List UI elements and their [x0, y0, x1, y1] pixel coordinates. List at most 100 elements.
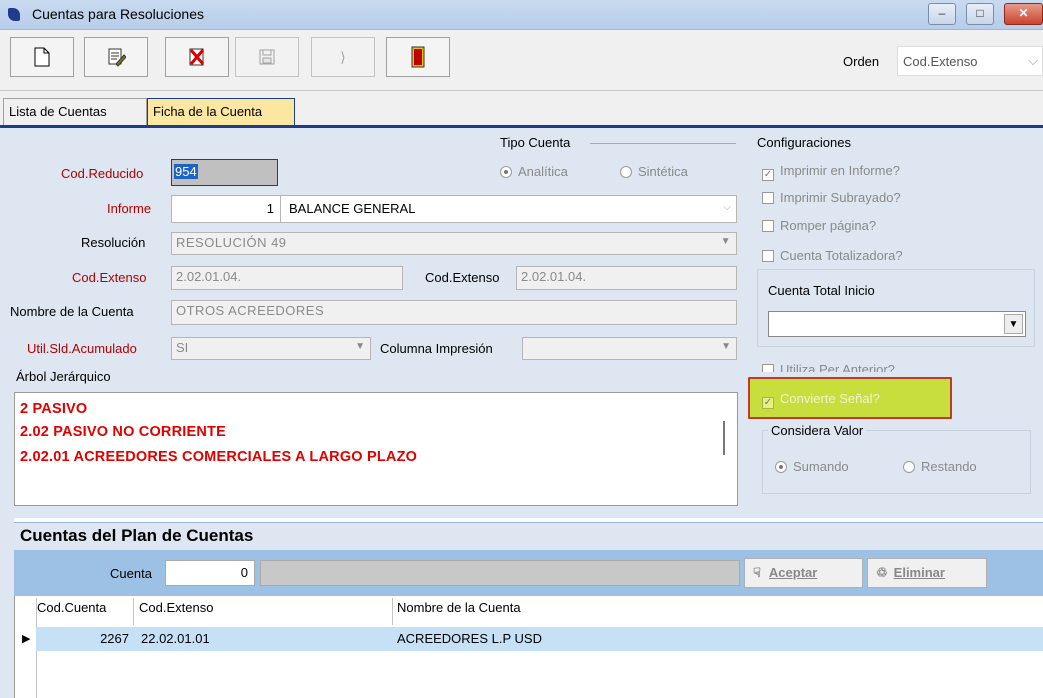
orden-label-text: Orden [843, 54, 880, 69]
tipo-cuenta-divider [590, 143, 736, 144]
nombre-cuenta-label: Nombre de la Cuenta [10, 304, 134, 319]
radio-off-icon [903, 461, 915, 473]
cod-reducido-value: 954 [174, 164, 198, 179]
col-divider [392, 598, 393, 625]
radio-restando[interactable]: Restando [903, 459, 977, 474]
arbol-jerarquico-label: Árbol Jerárquico [16, 369, 111, 384]
cod-reducido-field[interactable]: 954 [171, 159, 278, 186]
checkmark-icon: ✓ [762, 169, 774, 181]
plan-cuentas-title: Cuentas del Plan de Cuentas [14, 522, 1043, 550]
left-gutter [0, 518, 14, 698]
app-icon [8, 8, 20, 21]
nombre-cuenta-field[interactable]: OTROS ACREEDORES [171, 300, 737, 325]
save-button[interactable] [235, 37, 299, 77]
tipo-cuenta-label: Tipo Cuenta [500, 135, 571, 150]
undo-button[interactable]: ⟩ [311, 37, 375, 77]
orden-select-value: Cod.Extenso [903, 54, 978, 69]
chk-convierte-senal-label: Convierte Señal? [780, 391, 880, 406]
dropdown-arrow-icon[interactable]: ▼ [1004, 314, 1023, 334]
col-header-nombre-cuenta[interactable]: Nombre de la Cuenta [397, 600, 521, 615]
chk-imprimir-subrayado-label: Imprimir Subrayado? [780, 190, 901, 205]
radio-on-icon [500, 166, 512, 178]
informe-select-value: BALANCE GENERAL [289, 201, 416, 216]
arbol-line: 2.02.01 ACREEDORES COMERCIALES A LARGO P… [20, 449, 418, 465]
checkbox-icon [762, 250, 774, 262]
dropdown-arrow-icon: ▼ [720, 236, 731, 247]
util-sld-acumulado-value: SI [176, 340, 189, 355]
delete-button[interactable] [165, 37, 229, 77]
arbol-jerarquico-box[interactable]: 2 PASIVO 2.02 PASIVO NO CORRIENTE 2.02.0… [14, 392, 738, 506]
resolucion-label: Resolución [81, 235, 146, 250]
chevron-down-icon: ⌵ [1028, 53, 1038, 68]
eliminar-button[interactable]: ♲ Eliminar [867, 558, 987, 588]
chk-imprimir-informe-label: Imprimir en Informe? [780, 163, 900, 178]
col-header-cod-extenso[interactable]: Cod.Extenso [139, 600, 213, 615]
orden-select[interactable]: Cod.Extenso ⌵ [897, 46, 1043, 76]
radio-sintetica[interactable]: Sintética [620, 164, 688, 179]
scrollbar-thumb[interactable] [723, 421, 725, 455]
cuenta-total-inicio-label: Cuenta Total Inicio [768, 283, 875, 298]
cuenta-nombre-display [260, 560, 740, 586]
new-button[interactable] [10, 37, 74, 77]
chk-imprimir-informe[interactable]: ✓ Imprimir en Informe? [762, 163, 900, 181]
cod-extenso-2-field[interactable]: 2.02.01.04. [516, 266, 737, 290]
radio-sumando[interactable]: Sumando [775, 459, 849, 474]
chk-cuenta-totalizadora-label: Cuenta Totalizadora? [780, 248, 903, 263]
cuenta-label: Cuenta [110, 566, 152, 581]
trash-icon: ♲ [876, 565, 888, 580]
cuenta-total-inicio-select[interactable]: ▼ [768, 311, 1026, 337]
util-sld-acumulado-select[interactable]: SI ▼ [171, 337, 371, 360]
informe-number-field[interactable]: 1 [171, 195, 281, 223]
radio-analitica-label: Analítica [518, 164, 568, 179]
maximize-button[interactable]: □ [966, 3, 994, 25]
radio-restando-label: Restando [921, 459, 977, 474]
radio-analitica[interactable]: Analítica [500, 164, 568, 179]
cell-cod-cuenta: 2267 [100, 631, 129, 646]
chk-utiliza-per-anterior-label: Utiliza Per.Anterior? [780, 362, 895, 372]
cod-extenso-label: Cod.Extenso [72, 270, 147, 285]
cuenta-input[interactable]: 0 [165, 560, 255, 586]
delete-document-icon [189, 48, 205, 66]
configuraciones-title: Configuraciones [757, 135, 851, 150]
new-document-icon [34, 47, 50, 67]
columna-impresion-label: Columna Impresión [380, 341, 493, 356]
edit-document-icon [108, 48, 126, 67]
considera-valor-label: Considera Valor [768, 423, 867, 438]
minimize-button[interactable]: – [928, 3, 956, 25]
tab-ficha-de-la-cuenta[interactable]: Ficha de la Cuenta [147, 98, 295, 125]
checkbox-icon [762, 220, 774, 232]
window-title: Cuentas para Resoluciones [32, 6, 204, 22]
exit-door-icon [411, 46, 425, 68]
chk-utiliza-per-anterior[interactable]: Utiliza Per.Anterior? [762, 362, 895, 372]
chk-romper-pagina[interactable]: Romper página? [762, 218, 876, 233]
row-pointer-icon: ▶ [22, 633, 31, 645]
aceptar-button[interactable]: ☟ Aceptar [744, 558, 863, 588]
undo-icon: ⟩ [340, 48, 346, 65]
dropdown-arrow-icon: ▼ [721, 341, 731, 352]
cell-nombre-cuenta: ACREEDORES L.P USD [397, 631, 542, 646]
cell-cod-extenso: 22.02.01.01 [141, 631, 210, 646]
radio-sintetica-label: Sintética [638, 164, 688, 179]
radio-sumando-label: Sumando [793, 459, 849, 474]
toolbar [0, 30, 1043, 91]
util-sld-acumulado-label: Util.Sld.Acumulado [27, 341, 137, 356]
save-icon [259, 49, 275, 65]
checkbox-icon [762, 364, 774, 372]
chk-cuenta-totalizadora[interactable]: Cuenta Totalizadora? [762, 248, 903, 263]
col-header-cod-cuenta[interactable]: Cod.Cuenta [37, 600, 106, 615]
cod-extenso-field[interactable]: 2.02.01.04. [171, 266, 403, 290]
radio-on-icon [775, 461, 787, 473]
radio-off-icon [620, 166, 632, 178]
informe-select[interactable]: BALANCE GENERAL ⌵ [280, 195, 737, 223]
chk-convierte-senal[interactable]: ✓ Convierte Señal? [762, 391, 880, 409]
resolucion-select[interactable]: RESOLUCIÓN 49 ▼ [171, 232, 737, 255]
exit-button[interactable] [386, 37, 450, 77]
aceptar-label: Aceptar [768, 565, 818, 580]
checkmark-icon: ✓ [762, 397, 774, 409]
close-button[interactable]: ✕ [1004, 3, 1043, 25]
tab-lista-de-cuentas[interactable]: Lista de Cuentas [3, 98, 147, 125]
edit-button[interactable] [84, 37, 148, 77]
chk-imprimir-subrayado[interactable]: Imprimir Subrayado? [762, 190, 901, 205]
chk-romper-pagina-label: Romper página? [780, 218, 877, 233]
columna-impresion-select[interactable]: ▼ [522, 337, 737, 360]
